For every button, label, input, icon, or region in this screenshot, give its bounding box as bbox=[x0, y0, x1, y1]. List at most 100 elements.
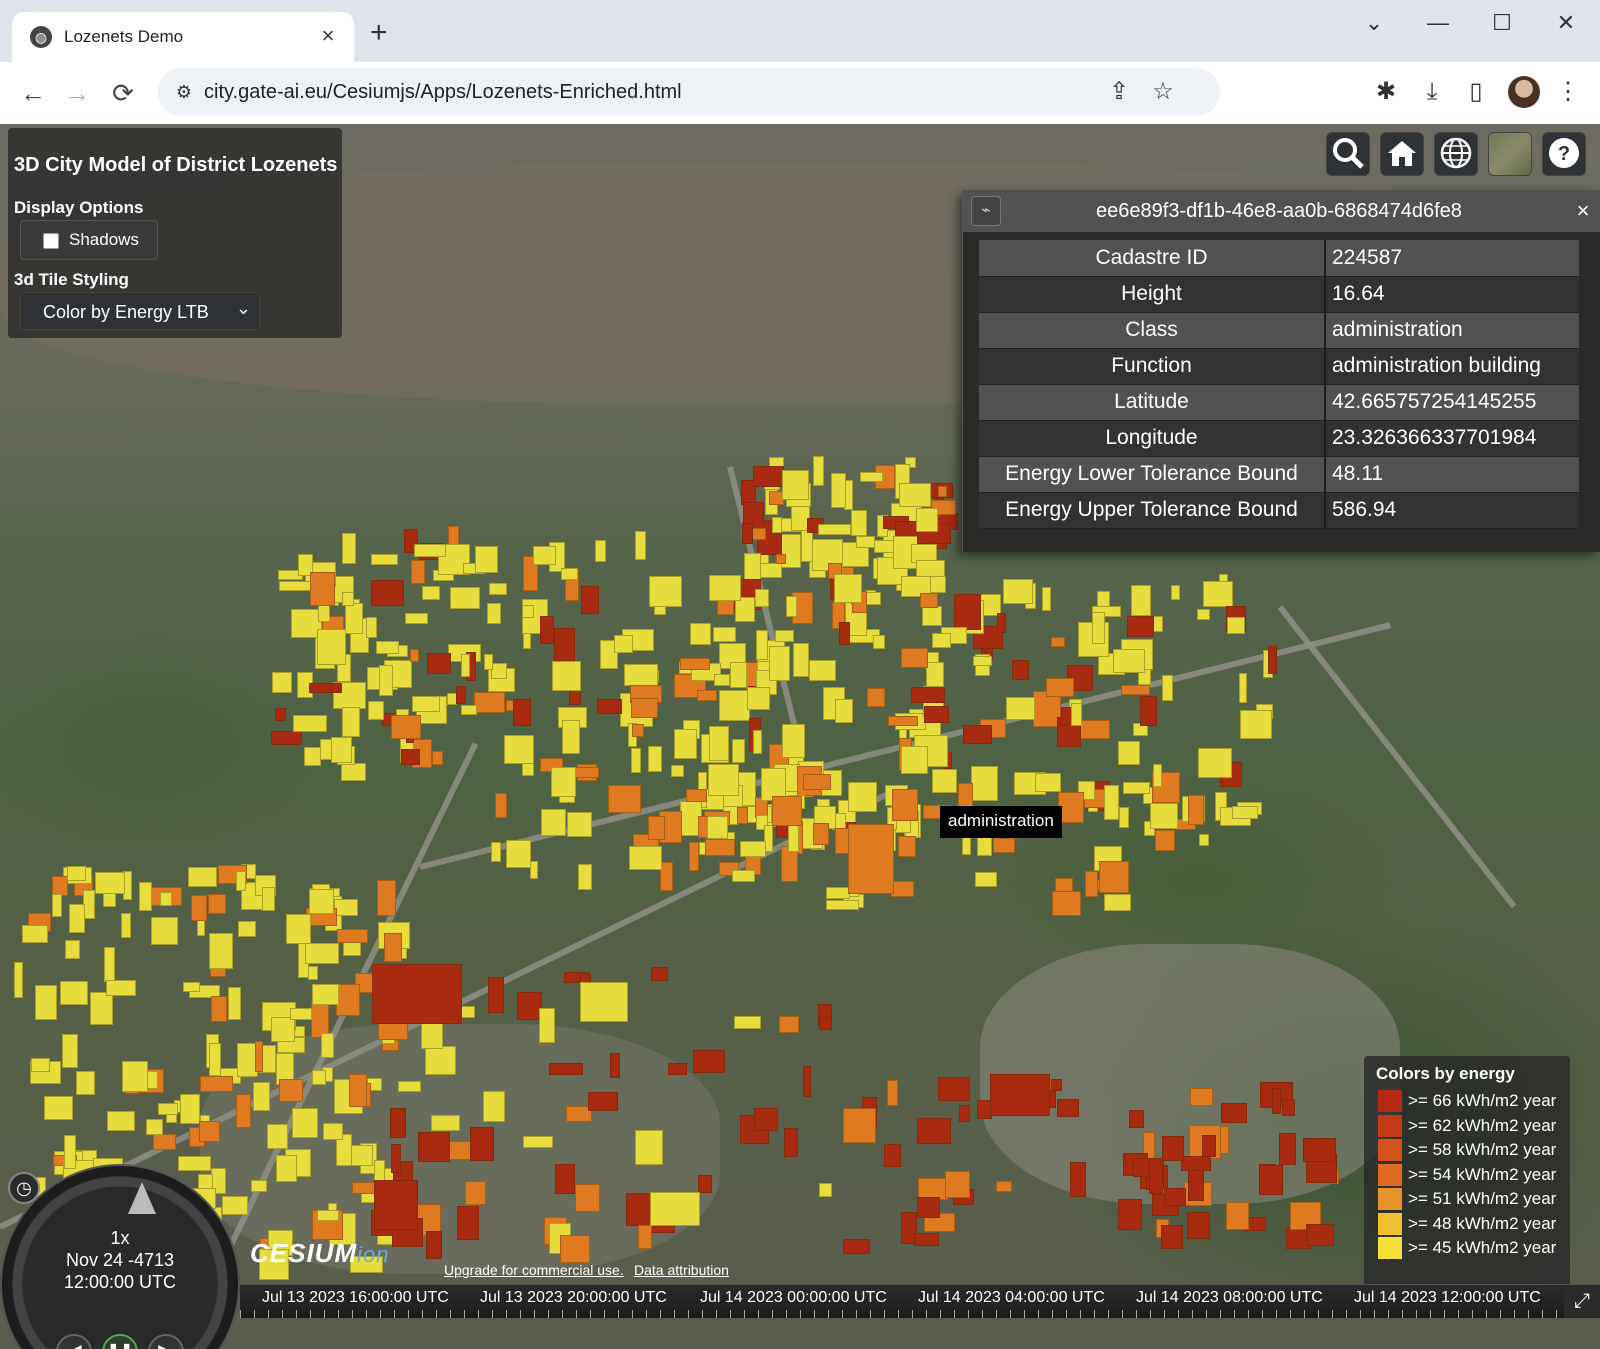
shadows-toggle[interactable]: Shadows bbox=[20, 220, 158, 260]
building[interactable] bbox=[756, 630, 769, 660]
building[interactable] bbox=[944, 1170, 970, 1198]
building[interactable] bbox=[842, 1108, 877, 1143]
building[interactable] bbox=[650, 1192, 700, 1226]
building[interactable] bbox=[539, 615, 554, 645]
building[interactable] bbox=[926, 661, 945, 690]
building[interactable] bbox=[1190, 1087, 1214, 1107]
building[interactable] bbox=[631, 747, 642, 774]
browser-tab[interactable]: ◍ Lozenets Demo × bbox=[12, 12, 354, 62]
building[interactable] bbox=[293, 715, 328, 732]
building[interactable] bbox=[752, 729, 762, 755]
building[interactable] bbox=[482, 1090, 505, 1123]
building[interactable] bbox=[917, 1118, 951, 1145]
home-button[interactable] bbox=[1380, 132, 1424, 176]
building[interactable] bbox=[410, 648, 419, 662]
building[interactable] bbox=[648, 576, 682, 608]
building[interactable] bbox=[308, 888, 334, 914]
building[interactable] bbox=[271, 671, 293, 694]
building[interactable] bbox=[1302, 1137, 1337, 1163]
building[interactable] bbox=[1198, 748, 1232, 778]
building[interactable] bbox=[1240, 710, 1273, 739]
building[interactable] bbox=[188, 867, 218, 887]
building[interactable] bbox=[254, 1041, 264, 1073]
help-button[interactable]: ? bbox=[1542, 132, 1586, 176]
building[interactable] bbox=[736, 806, 748, 825]
building[interactable] bbox=[337, 929, 369, 944]
building[interactable] bbox=[1305, 1223, 1335, 1246]
building[interactable] bbox=[89, 992, 114, 1026]
building[interactable] bbox=[505, 840, 532, 869]
building[interactable] bbox=[609, 1052, 620, 1079]
building[interactable] bbox=[686, 788, 707, 802]
building[interactable] bbox=[775, 553, 787, 565]
building[interactable] bbox=[1170, 585, 1180, 601]
building[interactable] bbox=[746, 687, 771, 710]
building[interactable] bbox=[65, 940, 81, 959]
building[interactable] bbox=[310, 572, 336, 606]
new-tab-button[interactable]: + bbox=[370, 18, 388, 48]
sc-extension-icon[interactable]: SC bbox=[1238, 78, 1264, 104]
building[interactable] bbox=[887, 1079, 899, 1107]
building[interactable] bbox=[755, 589, 770, 608]
building[interactable] bbox=[1118, 1198, 1142, 1231]
building[interactable] bbox=[1056, 1098, 1079, 1118]
building[interactable] bbox=[597, 698, 623, 714]
base-layer-picker-button[interactable] bbox=[1488, 132, 1532, 176]
building[interactable] bbox=[375, 641, 400, 655]
building[interactable] bbox=[228, 986, 241, 1020]
forward-button[interactable]: → bbox=[60, 76, 94, 110]
building[interactable] bbox=[211, 995, 227, 1023]
building[interactable] bbox=[1070, 703, 1082, 727]
building[interactable] bbox=[489, 583, 508, 596]
building[interactable] bbox=[959, 1104, 971, 1123]
building[interactable] bbox=[668, 1062, 687, 1075]
building[interactable] bbox=[924, 706, 950, 723]
selenium-extension-icon[interactable]: Se bbox=[1283, 78, 1309, 104]
timeline[interactable]: Jul 13 2023 16:00:00 UTC Jul 13 2023 20:… bbox=[240, 1284, 1564, 1318]
building[interactable] bbox=[307, 966, 319, 980]
building[interactable] bbox=[781, 723, 806, 758]
back-button[interactable]: ← bbox=[16, 76, 50, 110]
building[interactable] bbox=[812, 456, 825, 486]
building[interactable] bbox=[368, 700, 384, 720]
building[interactable] bbox=[817, 524, 851, 535]
building[interactable] bbox=[275, 708, 286, 722]
building[interactable] bbox=[372, 964, 462, 1024]
building[interactable] bbox=[650, 966, 669, 981]
building[interactable] bbox=[884, 1144, 902, 1167]
building[interactable] bbox=[270, 1017, 295, 1042]
building[interactable] bbox=[456, 1205, 479, 1240]
building[interactable] bbox=[68, 903, 85, 933]
building[interactable] bbox=[237, 920, 256, 937]
building[interactable] bbox=[713, 627, 736, 643]
building[interactable] bbox=[150, 916, 178, 945]
scene-mode-button[interactable] bbox=[1434, 132, 1478, 176]
building[interactable] bbox=[473, 692, 505, 713]
building[interactable] bbox=[996, 1181, 1013, 1192]
building[interactable] bbox=[59, 980, 88, 1005]
building[interactable] bbox=[692, 1050, 725, 1073]
minimize-button[interactable]: — bbox=[1418, 10, 1458, 36]
building[interactable] bbox=[813, 822, 830, 845]
building[interactable] bbox=[1258, 1165, 1283, 1195]
building[interactable] bbox=[412, 696, 441, 712]
building[interactable] bbox=[52, 893, 62, 917]
building[interactable] bbox=[690, 622, 711, 645]
building[interactable] bbox=[539, 1008, 556, 1044]
building[interactable] bbox=[494, 792, 508, 819]
camera-icon[interactable]: ⌁ bbox=[971, 196, 1001, 226]
building[interactable] bbox=[312, 984, 339, 1005]
building[interactable] bbox=[916, 507, 939, 533]
building[interactable] bbox=[461, 705, 477, 716]
building[interactable] bbox=[391, 1144, 401, 1173]
building[interactable] bbox=[1278, 1132, 1297, 1165]
building[interactable] bbox=[809, 660, 836, 681]
url-text[interactable]: city.gate-ai.eu/Cesiumjs/Apps/Lozenets-E… bbox=[204, 81, 682, 104]
building[interactable] bbox=[432, 751, 443, 765]
building[interactable] bbox=[199, 1076, 233, 1093]
building[interactable] bbox=[139, 882, 153, 912]
building[interactable] bbox=[486, 603, 502, 624]
building[interactable] bbox=[972, 655, 993, 666]
building[interactable] bbox=[235, 1093, 252, 1128]
building[interactable] bbox=[333, 899, 359, 916]
